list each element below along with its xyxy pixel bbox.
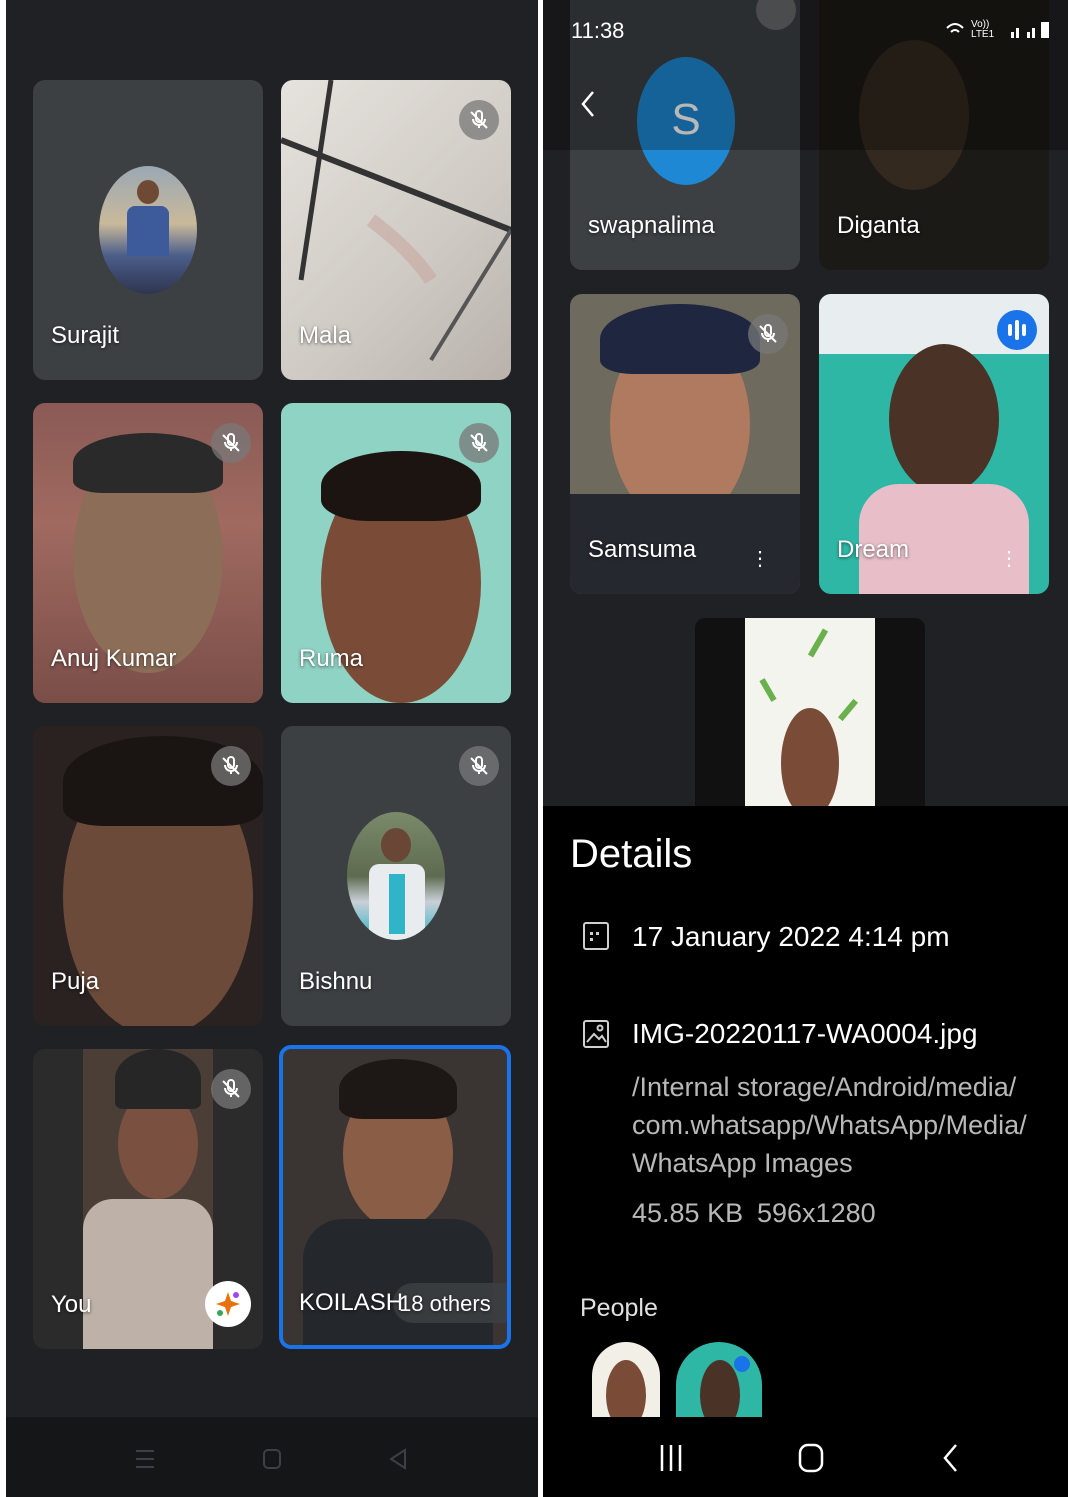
details-filename: IMG-20220117-WA0004.jpg (632, 1018, 978, 1049)
participant-tile[interactable]: Mala (281, 80, 511, 380)
mic-off-icon (748, 314, 788, 354)
participant-name: Dream (837, 536, 910, 563)
person-thumbnail[interactable] (592, 1342, 660, 1421)
participant-name: swapnalima (588, 212, 715, 239)
participant-name: You (51, 1291, 92, 1318)
self-view[interactable] (695, 618, 925, 808)
participant-tile-active[interactable]: KOILASH 18 others (279, 1045, 511, 1349)
more-vert-icon[interactable]: ⋮ (750, 549, 770, 569)
more-vert-icon[interactable]: ⋮ (999, 549, 1019, 569)
participant-tile[interactable]: Surajit (33, 80, 263, 380)
status-bar: 11:38 Vo)) LTE1 (543, 0, 1068, 150)
participant-tile[interactable]: ⋮ Samsuma (570, 294, 800, 594)
video-feed (889, 344, 999, 494)
image-icon (583, 1020, 609, 1048)
mic-off-icon (459, 100, 499, 140)
participant-tile[interactable]: Anuj Kumar (33, 403, 263, 703)
participant-tile[interactable]: ⋮ Dream (819, 294, 1049, 594)
details-size: 45.85 KB (632, 1198, 744, 1228)
mic-off-icon (459, 423, 499, 463)
back-icon[interactable] (388, 1448, 408, 1470)
details-date: 17 January 2022 4:14 pm (632, 921, 950, 952)
mic-off-icon (211, 423, 251, 463)
meet-grid-right: S swapnalima Diganta 11:38 Vo)) LTE1 ⋮ S… (543, 0, 1068, 1497)
status-time: 11:38 (571, 18, 625, 43)
recents-icon[interactable] (659, 1443, 683, 1473)
meet-grid-left: Surajit Mala Anuj Kumar Ruma Puja Bishnu… (6, 0, 538, 1497)
details-sheet: Details 17 January 2022 4:14 pm IMG-2022… (543, 806, 1068, 1421)
participant-name: Samsuma (588, 536, 697, 563)
participant-tile[interactable]: You (33, 1049, 263, 1349)
signal-icon (946, 22, 1049, 38)
details-title: Details (570, 832, 693, 876)
sparkle-icon[interactable] (205, 1281, 251, 1327)
participant-name: Puja (51, 968, 100, 995)
mic-off-icon (211, 746, 251, 786)
participant-name: Anuj Kumar (51, 645, 177, 672)
people-label: People (580, 1294, 658, 1322)
speaking-icon (997, 310, 1037, 350)
calendar-icon (583, 922, 609, 950)
participant-name: Diganta (837, 212, 920, 239)
avatar (99, 166, 197, 294)
avatar (347, 812, 445, 940)
participant-tile[interactable]: Bishnu (281, 726, 511, 1026)
back-arrow-icon[interactable] (579, 90, 599, 120)
participant-name: Ruma (299, 645, 364, 672)
participant-name: Surajit (51, 322, 120, 349)
menu-icon[interactable] (135, 1448, 155, 1470)
participant-tile[interactable]: Puja (33, 726, 263, 1026)
participant-name: KOILASH (299, 1289, 404, 1316)
mic-off-icon (211, 1069, 251, 1109)
participant-tile[interactable]: Ruma (281, 403, 511, 703)
participant-name: Mala (299, 322, 352, 349)
navigation-bar (6, 1417, 538, 1497)
home-icon[interactable] (262, 1448, 282, 1470)
mic-off-icon (459, 746, 499, 786)
participant-name: Bishnu (299, 968, 373, 995)
others-count[interactable]: 18 others (399, 1291, 491, 1317)
home-icon[interactable] (798, 1443, 824, 1473)
details-path: /Internal storage/Android/media/ com.wha… (632, 1072, 1027, 1178)
details-resolution: 596x1280 (757, 1198, 876, 1228)
navigation-bar (543, 1417, 1068, 1497)
back-icon[interactable] (941, 1443, 961, 1473)
person-thumbnail[interactable] (676, 1342, 762, 1421)
